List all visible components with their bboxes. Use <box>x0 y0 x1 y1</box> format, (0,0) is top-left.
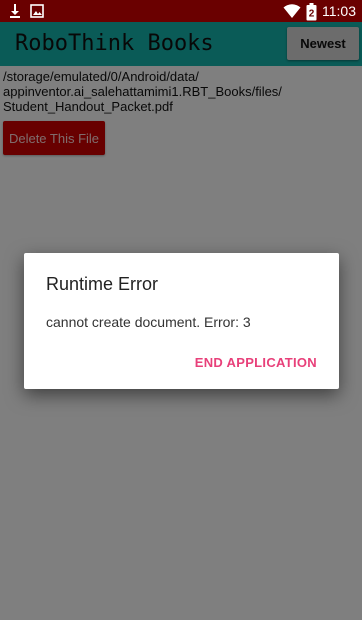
wifi-icon <box>283 3 301 19</box>
dialog-message: cannot create document. Error: 3 <box>46 314 251 330</box>
download-icon <box>8 3 22 19</box>
dialog-title: Runtime Error <box>46 274 159 294</box>
image-icon <box>30 3 44 19</box>
end-application-button[interactable]: END APPLICATION <box>195 354 317 372</box>
status-clock: 11:03 <box>322 3 356 19</box>
runtime-error-dialog: Runtime Error cannot create document. Er… <box>24 253 339 389</box>
battery-level: 2 <box>309 9 315 20</box>
status-bar: 2 11:03 <box>0 0 362 22</box>
battery-icon: 2 <box>306 3 317 21</box>
